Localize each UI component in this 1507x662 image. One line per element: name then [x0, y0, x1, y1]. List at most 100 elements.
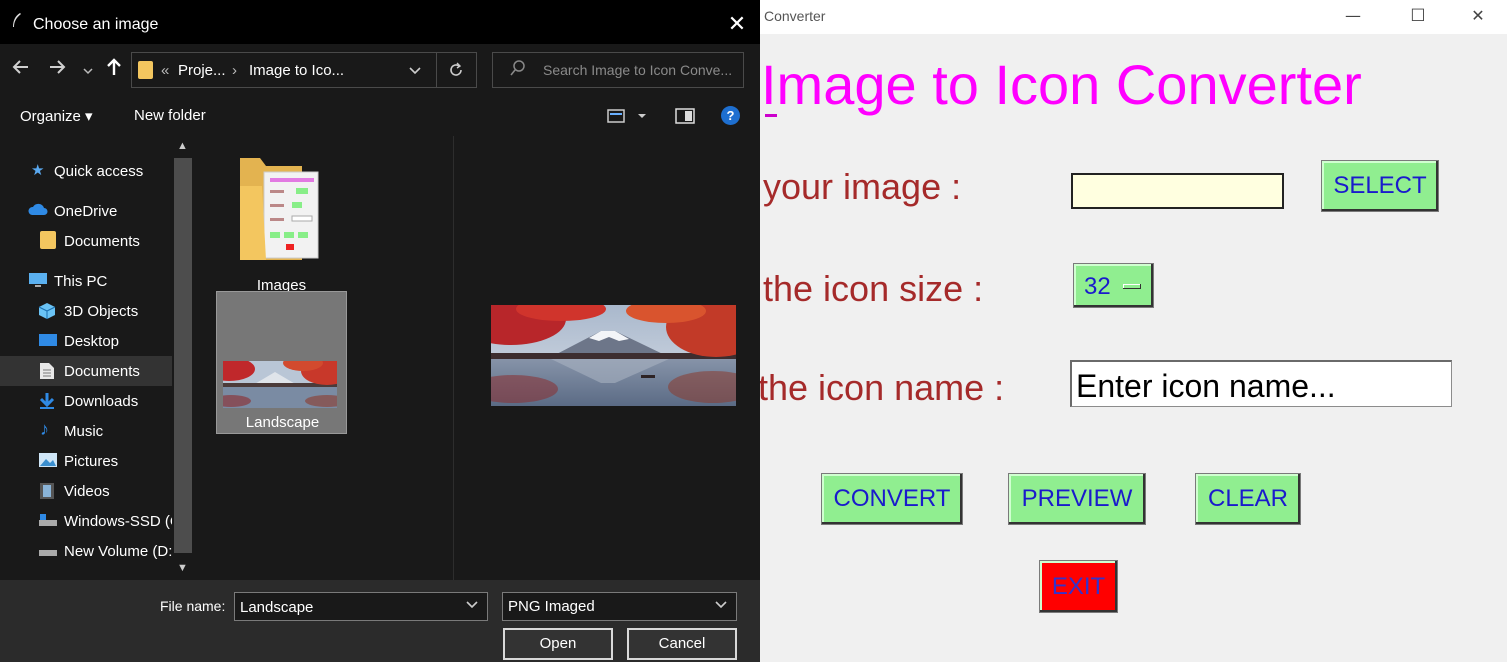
drive-icon [38, 542, 57, 558]
preview-pane [453, 136, 766, 580]
nav-item-videos[interactable]: Videos [0, 476, 172, 506]
app-title: Converter [764, 8, 826, 24]
nav-label: Windows-SSD (C [64, 513, 181, 530]
icon-size-label: t the icon size : [743, 268, 984, 309]
nav-item-pictures[interactable]: Pictures [0, 446, 172, 476]
preview-pane-icon[interactable] [675, 108, 695, 129]
minimize-icon[interactable]: — [1330, 0, 1376, 32]
selected-image-field [1071, 173, 1284, 209]
dialog-footer: File name: Landscape PNG Imaged Open Can… [0, 580, 760, 662]
icon-name-input[interactable] [1070, 360, 1452, 407]
exit-button[interactable]: EXIT [1039, 560, 1118, 613]
nav-label: Documents [64, 363, 140, 380]
address-divider [436, 53, 437, 87]
file-dialog: Choose an image ✕ « Proje... › Image to … [0, 0, 766, 662]
dialog-titlebar: Choose an image ✕ [0, 0, 760, 44]
folder-icon [240, 156, 320, 271]
scroll-up-arrow-icon[interactable]: ▲ [177, 140, 188, 152]
nav-item-this-pc[interactable]: This PC [0, 266, 172, 296]
scroll-down-arrow-icon[interactable]: ▼ [177, 562, 188, 574]
preview-button[interactable]: PREVIEW [1008, 473, 1146, 525]
search-box[interactable]: Search Image to Icon Conve... [492, 52, 744, 88]
nav-label: This PC [54, 273, 108, 290]
nav-label: Quick access [54, 163, 144, 180]
feather-icon [12, 13, 22, 30]
nav-item-windows-ssd[interactable]: Windows-SSD (C [0, 506, 181, 536]
icon-size-value: 32 [1084, 273, 1111, 300]
help-icon[interactable]: ? [721, 106, 740, 125]
nav-item-music[interactable]: ♪ Music [0, 416, 172, 446]
back-arrow-icon[interactable] [10, 58, 30, 82]
nav-item-onedrive[interactable]: OneDrive [0, 196, 172, 226]
nav-item-3d-objects[interactable]: 3D Objects [0, 296, 172, 326]
breadcrumb-project[interactable]: Proje... [178, 62, 226, 79]
heading-underline [765, 114, 777, 117]
music-icon: ♪ [40, 419, 49, 439]
address-dropdown-icon[interactable] [408, 63, 422, 82]
search-placeholder: Search Image to Icon Conve... [543, 62, 733, 78]
close-icon[interactable]: ✕ [1455, 0, 1501, 32]
clear-button[interactable]: CLEAR [1195, 473, 1301, 525]
video-icon [39, 482, 55, 499]
breadcrumb-separator: › [232, 62, 237, 79]
chevron-down-icon[interactable] [465, 597, 479, 615]
new-folder-button[interactable]: New folder [134, 107, 206, 124]
chevron-down-icon[interactable] [714, 597, 728, 615]
app-heading-text: Image to Icon Converter [761, 53, 1362, 116]
drive-icon [38, 512, 57, 528]
view-options-icon[interactable] [607, 109, 649, 128]
up-arrow-icon[interactable] [104, 57, 124, 83]
desktop-icon [38, 332, 57, 348]
folder-icon [138, 61, 153, 79]
icon-size-menu[interactable]: 32 [1073, 263, 1154, 308]
breadcrumb-current[interactable]: Image to Ico... [249, 62, 344, 79]
search-icon [509, 59, 527, 82]
organize-menu[interactable]: Organize ▾ [20, 107, 93, 125]
image-preview [456, 293, 766, 411]
pictures-icon [38, 452, 57, 468]
address-bar[interactable]: « Proje... › Image to Ico... [131, 52, 477, 88]
breadcrumb-overflow[interactable]: « [161, 62, 169, 79]
nav-item-downloads[interactable]: Downloads [0, 386, 172, 416]
dialog-close-icon[interactable]: ✕ [720, 10, 754, 38]
refresh-icon[interactable] [448, 62, 464, 83]
navigation-pane: ★ Quick access OneDrive Documents This P… [0, 136, 195, 580]
screen: Converter — ☐ ✕ Image to Icon Converter … [0, 0, 1507, 662]
nav-item-new-volume[interactable]: New Volume (D: [0, 536, 172, 566]
file-item-images-folder[interactable]: Images [216, 146, 347, 294]
recent-locations-chevron-icon[interactable] [82, 60, 94, 83]
file-list-pane: Images Landscape [196, 136, 453, 580]
open-button[interactable]: Open [503, 628, 613, 660]
convert-button[interactable]: CONVERT [821, 473, 963, 525]
maximize-icon[interactable]: ☐ [1395, 0, 1441, 32]
file-name-value: Landscape [240, 599, 314, 616]
nav-item-documents[interactable]: Documents [0, 356, 172, 386]
select-button[interactable]: SELECT [1321, 160, 1439, 212]
file-type-select[interactable]: PNG Imaged [502, 592, 737, 621]
dialog-title: Choose an image [33, 16, 159, 33]
select-image-label: t your image : [743, 166, 962, 207]
nav-label: Music [64, 423, 104, 440]
file-type-value: PNG Imaged [508, 598, 595, 615]
document-icon [39, 362, 55, 379]
nav-label: Documents [64, 233, 140, 250]
nav-label: New Volume (D: [64, 543, 173, 560]
star-icon: ★ [31, 162, 45, 179]
nav-label: Pictures [64, 453, 119, 470]
nav-item-quick-access[interactable]: ★ Quick access [0, 156, 172, 186]
cloud-icon [28, 202, 48, 218]
navigation-scrollbar[interactable]: ▲ ▼ [172, 136, 195, 580]
scrollbar-thumb[interactable] [174, 158, 192, 553]
forward-arrow-icon[interactable] [48, 58, 68, 82]
icon-name-label: the icon name : [758, 367, 1005, 408]
download-icon [38, 392, 55, 409]
cancel-button[interactable]: Cancel [627, 628, 737, 660]
nav-item-documents-onedrive[interactable]: Documents [0, 226, 172, 256]
file-name-input[interactable]: Landscape [234, 592, 488, 621]
file-item-landscape-image[interactable]: Landscape [203, 291, 353, 434]
nav-label: Desktop [64, 333, 120, 350]
nav-label: OneDrive [54, 203, 118, 220]
nav-label: Downloads [64, 393, 139, 410]
nav-item-desktop[interactable]: Desktop [0, 326, 172, 356]
nav-label: 3D Objects [64, 303, 139, 320]
